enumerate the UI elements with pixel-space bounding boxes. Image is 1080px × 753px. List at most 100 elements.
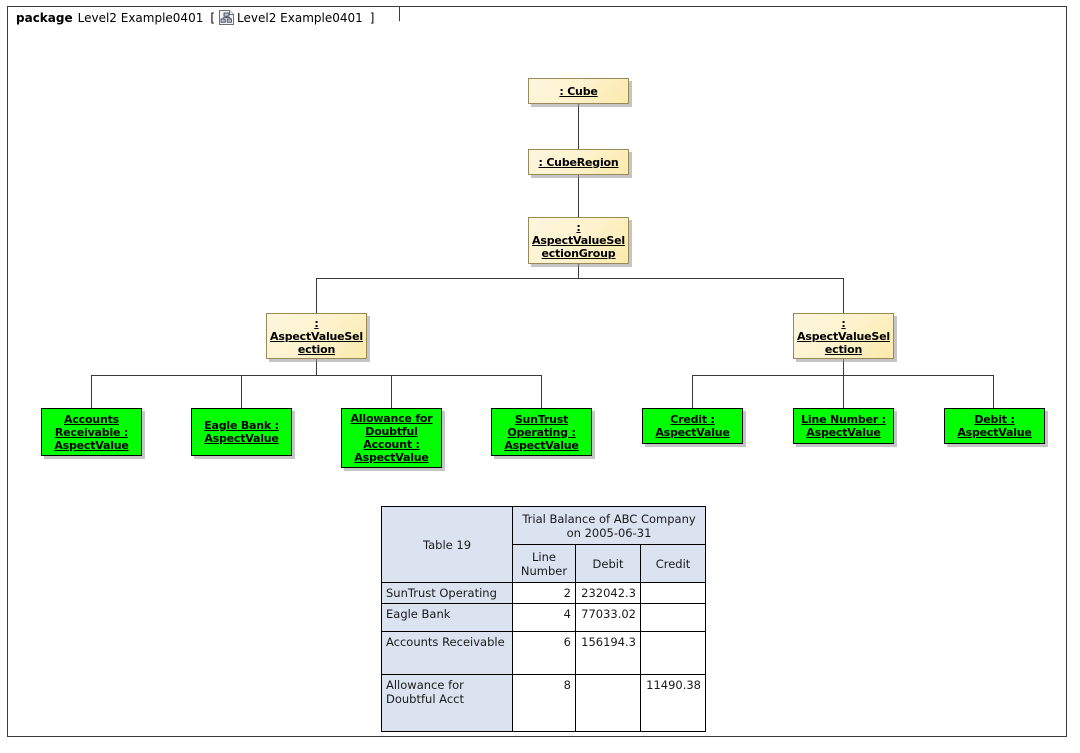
table-cell-line-number: 6 <box>512 631 576 675</box>
connector-to-suntrust <box>541 375 542 408</box>
node-aspectvalueselection-left-label: : AspectValueSel ection <box>268 317 365 356</box>
value-node-credit[interactable]: Credit : AspectValue <box>642 408 743 444</box>
connector-to-line-number <box>843 375 844 408</box>
label-line: Doubtful <box>365 425 418 438</box>
connector-cube-cuberegion <box>578 104 579 149</box>
node-aspectvalueselectiongroup[interactable]: : AspectValueSel ectionGroup <box>528 217 629 264</box>
tab-border-cover <box>8 27 293 30</box>
label-line: Credit : <box>670 413 715 426</box>
value-node-line-number-label: Line Number : AspectValue <box>799 413 888 439</box>
label-line: AspectValue <box>957 426 1032 439</box>
diagram-name: Level2 Example0401 <box>237 10 363 25</box>
connector-avsleft-bus <box>91 375 542 376</box>
node-aspectvalueselection-right[interactable]: : AspectValueSel ection <box>793 313 894 359</box>
package-frame-tab[interactable]: package Level2 Example0401 [ Level2 Exam… <box>7 6 401 28</box>
table-cell-debit: 77033.02 <box>575 603 641 632</box>
table-cell-credit: 11490.38 <box>640 674 706 732</box>
label-line: Accounts <box>64 412 119 426</box>
table-row: Accounts Receivable 6 156194.3 <box>381 631 706 675</box>
label-line: AspectValue <box>354 451 429 464</box>
trial-balance-table: Table 19 Trial Balance of ABC Company on… <box>381 506 706 732</box>
table-row-label: Allowance for Doubtful Acct <box>381 674 513 732</box>
connector-avsright-down <box>843 359 844 375</box>
label-line: Line Number : <box>801 413 886 426</box>
connector-to-eagle-bank <box>241 375 242 408</box>
connector-group-bus <box>316 278 844 279</box>
table-cell-credit <box>640 603 706 632</box>
label-line: AspectValue <box>655 426 730 439</box>
label-line: Operating : <box>507 425 576 439</box>
value-node-suntrust-operating-label: SunTrust Operating : AspectValue <box>502 413 580 452</box>
table-row: SunTrust Operating 2 232042.3 <box>381 582 706 604</box>
value-node-eagle-bank-label: Eagle Bank : AspectValue <box>202 419 281 445</box>
label-line: Debit : <box>974 413 1015 426</box>
label-line: AspectValue <box>806 426 881 439</box>
table-column-header-line-number: Line Number <box>512 544 576 583</box>
node-aspectvalueselectiongroup-label: : AspectValueSel ectionGroup <box>530 221 627 260</box>
label-line: AspectValue <box>204 432 279 445</box>
table-cell-credit <box>640 631 706 675</box>
connector-bus-to-avsleft <box>316 278 317 313</box>
table-cell-debit <box>575 674 641 732</box>
value-node-allowance-for-doubtful-account[interactable]: Allowance for Doubtful Account : AspectV… <box>341 408 442 468</box>
connector-bus-to-avsright <box>843 278 844 313</box>
value-node-accounts-receivable[interactable]: Accounts Receivable : AspectValue <box>41 408 142 456</box>
package-name: Level2 Example0401 <box>77 10 204 25</box>
connector-group-down <box>578 264 579 279</box>
bracket-open: [ <box>210 10 216 25</box>
label-line: Receivable : <box>54 425 129 439</box>
table-cell-debit: 232042.3 <box>575 582 641 604</box>
value-node-eagle-bank[interactable]: Eagle Bank : AspectValue <box>191 408 292 456</box>
table-corner-label: Table 19 <box>381 506 513 583</box>
value-node-debit[interactable]: Debit : AspectValue <box>944 408 1045 444</box>
table-row: Allowance for Doubtful Acct 8 11490.38 <box>381 674 706 732</box>
table-title: Trial Balance of ABC Company on 2005-06-… <box>512 506 706 545</box>
connector-to-accounts-receivable <box>91 375 92 408</box>
label-line: AspectValueSel <box>532 234 625 247</box>
label-line: ection <box>297 342 336 356</box>
value-node-accounts-receivable-label: Accounts Receivable : AspectValue <box>52 413 130 452</box>
package-keyword: package <box>16 10 73 25</box>
value-node-line-number[interactable]: Line Number : AspectValue <box>793 408 894 444</box>
connector-to-debit <box>993 375 994 408</box>
label-line: AspectValueSel <box>270 329 363 343</box>
label-line: ectionGroup <box>541 247 616 260</box>
connector-to-credit <box>692 375 693 408</box>
connector-avsleft-down <box>316 359 317 375</box>
table-header-row-title: Table 19 Trial Balance of ABC Company on… <box>381 506 706 583</box>
label-line: Allowance for <box>350 412 433 425</box>
node-cuberegion[interactable]: : CubeRegion <box>528 149 629 175</box>
node-cube-label: : Cube <box>559 84 598 98</box>
node-aspectvalueselection-left[interactable]: : AspectValueSel ection <box>266 313 367 359</box>
value-node-credit-label: Credit : AspectValue <box>653 413 731 439</box>
label-line: AspectValue <box>504 438 579 452</box>
label-line: AspectValue <box>54 438 129 452</box>
table-column-header-debit: Debit <box>575 544 641 583</box>
label-line: Account : <box>363 438 420 451</box>
table-column-header-credit: Credit <box>640 544 706 583</box>
label-line: SunTrust <box>514 412 569 426</box>
table-cell-credit <box>640 582 706 604</box>
label-line: : <box>314 316 319 330</box>
table-cell-line-number: 8 <box>512 674 576 732</box>
table-row-label: Accounts Receivable <box>381 631 513 675</box>
value-node-suntrust-operating[interactable]: SunTrust Operating : AspectValue <box>491 408 592 456</box>
node-cuberegion-label: : CubeRegion <box>538 155 619 169</box>
label-line: : <box>576 221 581 234</box>
label-line: AspectValueSel <box>797 329 890 343</box>
table-row-label: SunTrust Operating <box>381 582 513 604</box>
table-cell-line-number: 4 <box>512 603 576 632</box>
label-line: : <box>841 316 846 330</box>
table-cell-line-number: 2 <box>512 582 576 604</box>
value-node-debit-label: Debit : AspectValue <box>955 413 1033 439</box>
node-aspectvalueselection-right-label: : AspectValueSel ection <box>795 317 892 356</box>
table-row: Eagle Bank 4 77033.02 <box>381 603 706 632</box>
label-line: ection <box>824 342 863 356</box>
node-cube[interactable]: : Cube <box>528 78 629 104</box>
label-line: Eagle Bank : <box>204 419 279 432</box>
connector-to-allowance <box>391 375 392 408</box>
diagram-hierarchy-icon <box>219 10 235 25</box>
table-cell-debit: 156194.3 <box>575 631 641 675</box>
table-row-label: Eagle Bank <box>381 603 513 632</box>
bracket-close: ] <box>369 10 375 25</box>
